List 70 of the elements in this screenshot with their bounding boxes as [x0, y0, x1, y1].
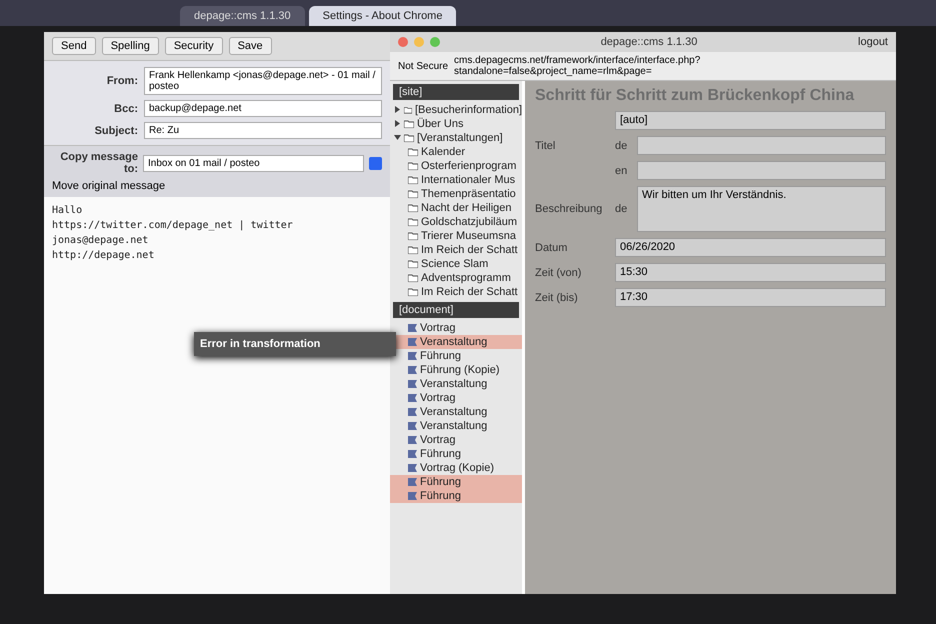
- page-label[interactable]: Goldschatzjubiläum: [421, 216, 517, 228]
- element-label[interactable]: Führung (Kopie): [420, 364, 500, 376]
- field-label: Beschreibung: [535, 203, 604, 215]
- tree-select[interactable]: [document]: [393, 302, 519, 318]
- field-label: From:: [106, 75, 138, 87]
- page-label[interactable]: Kalender: [421, 146, 466, 158]
- field-label: Titel: [535, 140, 556, 152]
- page-label[interactable]: Im Reich der Schatt: [421, 286, 518, 298]
- input-field[interactable]: Re: Zu: [144, 122, 382, 139]
- message-line: http://depage.net: [52, 250, 156, 261]
- page-label[interactable]: Über Uns: [417, 118, 464, 130]
- toolbar-button[interactable]: Spelling: [102, 37, 159, 55]
- browser-tab[interactable]: depage::cms 1.1.30: [180, 6, 305, 26]
- tree-select[interactable]: [site]: [393, 84, 519, 100]
- input-field[interactable]: backup@depage.net: [144, 100, 382, 117]
- logout-link[interactable]: logout: [858, 36, 888, 48]
- page-label[interactable]: Internationaler Mus: [421, 174, 516, 186]
- input-field[interactable]: 06/26/2020: [615, 238, 886, 257]
- message-line: https://twitter.com/depage_net | twitter: [52, 220, 294, 231]
- folder-select[interactable]: Inbox on 01 mail / posteo: [143, 154, 364, 172]
- field-label: Bcc:: [113, 102, 138, 114]
- input-field[interactable]: [637, 161, 886, 180]
- input-field[interactable]: Frank Hellenkamp <jonas@depage.net> - 01 mail / posteo: [144, 67, 382, 95]
- url-text[interactable]: cms.depagecms.net/framework/interface/interface.php?standalone=false&project_name=rlm&page=: [454, 55, 888, 77]
- field-label: Copy message to:: [59, 151, 138, 175]
- element-label[interactable]: Führung: [420, 350, 461, 362]
- checkbox[interactable]: [369, 156, 382, 170]
- close-button[interactable]: [398, 37, 408, 47]
- language-label: en: [615, 164, 628, 176]
- field-label: Subject:: [94, 124, 138, 136]
- element-label[interactable]: Vortrag (Kopie): [420, 462, 494, 474]
- browser-tab[interactable]: Settings - About Chrome: [308, 6, 456, 26]
- window-title: depage::cms 1.1.30: [600, 36, 698, 48]
- toolbar-button[interactable]: Save: [228, 37, 272, 55]
- element-label[interactable]: Veranstaltung: [420, 378, 488, 390]
- page-label[interactable]: Science Slam: [421, 258, 488, 270]
- article-headline: Schritt für Schritt zum Brückenkopf China: [535, 87, 856, 105]
- field-label: Zeit (bis): [535, 292, 579, 304]
- page-label[interactable]: Osterferienprogram: [421, 160, 516, 172]
- message-line: jonas@depage.net: [52, 235, 150, 246]
- input-field[interactable]: [637, 136, 886, 155]
- input-field[interactable]: 15:30: [615, 263, 886, 282]
- page-label[interactable]: Im Reich der Schatt: [421, 244, 518, 256]
- checkbox-label: Move original message: [52, 180, 166, 192]
- element-label[interactable]: Vortrag: [420, 322, 456, 334]
- toolbar-button[interactable]: Send: [52, 37, 96, 55]
- language-label: de: [615, 203, 628, 215]
- element-label[interactable]: Veranstaltung: [420, 406, 488, 418]
- security-label: Not Secure: [398, 60, 448, 72]
- minimize-button[interactable]: [414, 37, 424, 47]
- message-line: Hallo: [52, 205, 84, 216]
- error-title: Error in transformation: [200, 338, 322, 350]
- select-field[interactable]: [auto]: [615, 111, 886, 130]
- element-label[interactable]: Vortrag: [420, 434, 456, 446]
- page-label[interactable]: [Besucherinformation]: [415, 104, 522, 116]
- language-label: de: [615, 140, 628, 152]
- input-field[interactable]: Wir bitten um Ihr Verständnis.: [637, 186, 886, 232]
- toolbar-button[interactable]: Security: [164, 37, 223, 55]
- page-label[interactable]: Adventsprogramm: [421, 272, 511, 284]
- page-label[interactable]: Trierer Museumsna: [421, 230, 516, 242]
- maximize-button[interactable]: [430, 37, 440, 47]
- element-label[interactable]: Führung: [420, 448, 461, 460]
- element-label[interactable]: Veranstaltung: [420, 420, 488, 432]
- input-field[interactable]: 17:30: [615, 288, 886, 307]
- page-label[interactable]: Nacht der Heiligen: [421, 202, 512, 214]
- element-label[interactable]: Vortrag: [420, 392, 456, 404]
- field-label: Zeit (von): [535, 266, 582, 278]
- field-label: Datum: [535, 242, 568, 254]
- page-label[interactable]: [Veranstaltungen]: [417, 132, 503, 144]
- page-label[interactable]: Themenpräsentatio: [421, 188, 516, 200]
